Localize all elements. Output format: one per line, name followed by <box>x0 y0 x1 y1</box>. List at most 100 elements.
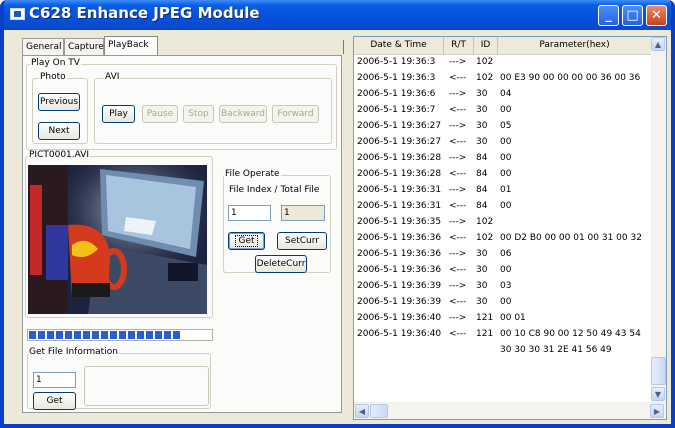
previous-button[interactable]: Previous <box>38 93 80 111</box>
log-row[interactable]: 2006-5-1 19:36:28 ---> 84 00 <box>354 151 666 165</box>
vertical-scroll-thumb[interactable] <box>651 357 666 385</box>
log-row[interactable]: 2006-5-1 19:36:27 <--- 30 00 <box>354 135 666 149</box>
log-cell-datetime: 2006-5-1 19:36:27 <box>357 121 442 131</box>
file-operate-label: File Operate <box>224 169 281 179</box>
progress-segment <box>146 331 153 339</box>
log-row[interactable]: 2006-5-1 19:36:27 ---> 30 05 <box>354 119 666 133</box>
log-row[interactable]: 2006-5-1 19:36:35 ---> 102 <box>354 215 666 229</box>
delete-curr-button[interactable]: DeleteCurr <box>255 255 307 273</box>
log-cell-parameter: 00 10 C8 90 00 12 50 49 43 54 <box>500 329 641 339</box>
log-row[interactable]: 2006-5-1 19:36:36 <--- 30 00 <box>354 263 666 277</box>
log-cell-id: 30 <box>476 297 488 307</box>
log-cell-parameter: 00 <box>500 265 512 275</box>
file-index-input[interactable]: 1 <box>228 205 271 221</box>
log-cell-parameter: 00 <box>500 153 512 163</box>
maximize-icon: □ <box>626 8 639 23</box>
log-cell-parameter: 00 01 <box>500 313 526 323</box>
log-list-view[interactable]: Date & Time R/T ID Parameter(hex) 2006-5… <box>353 36 667 420</box>
log-cell-datetime: 2006-5-1 19:36:31 <box>357 201 442 211</box>
tab-capture[interactable]: Capture <box>64 38 104 55</box>
progress-segment <box>29 331 36 339</box>
log-cell-parameter: 03 <box>500 281 512 291</box>
log-cell-id: 84 <box>476 201 488 211</box>
scroll-left-button[interactable]: ◀ <box>355 404 369 418</box>
app-icon[interactable] <box>10 8 25 20</box>
avi-label: AVI <box>104 72 121 82</box>
video-preview-image <box>28 165 207 314</box>
log-cell-id: 30 <box>476 137 488 147</box>
log-header: Date & Time R/T ID Parameter(hex) <box>354 37 666 55</box>
log-cell-datetime: 2006-5-1 19:36:36 <box>357 233 442 243</box>
progress-segment <box>119 331 126 339</box>
log-row[interactable]: 30 30 30 31 2E 41 56 49 <box>354 343 666 357</box>
log-cell-id: 30 <box>476 89 488 99</box>
log-row[interactable]: 2006-5-1 19:36:40 <--- 121 00 10 C8 90 00 1… <box>354 327 666 341</box>
log-cell-rt: <--- <box>449 329 467 339</box>
tab-general[interactable]: General <box>22 38 64 55</box>
progress-segment <box>47 331 54 339</box>
playback-panel: Play On TV Photo Previous Next AVI Play … <box>22 55 342 413</box>
splitter[interactable] <box>343 40 344 54</box>
log-cell-datetime: 2006-5-1 19:36:35 <box>357 217 442 227</box>
play-button[interactable]: Play <box>102 105 135 123</box>
pause-button[interactable]: Pause <box>142 105 178 123</box>
log-row[interactable]: 2006-5-1 19:36:39 <--- 30 00 <box>354 295 666 309</box>
log-cell-rt: <--- <box>449 265 467 275</box>
scroll-down-button[interactable]: ▼ <box>651 387 665 401</box>
log-cell-rt: ---> <box>449 281 467 291</box>
scroll-up-button[interactable]: ▲ <box>651 37 665 51</box>
maximize-button[interactable]: □ <box>622 5 643 26</box>
file-operate-group: File Operate File Index / Total File 1 1… <box>223 169 331 273</box>
log-row[interactable]: 2006-5-1 19:36:36 ---> 30 06 <box>354 247 666 261</box>
log-cell-parameter: 05 <box>500 121 512 131</box>
column-id[interactable]: ID <box>474 37 498 54</box>
log-row[interactable]: 2006-5-1 19:36:28 <--- 84 00 <box>354 167 666 181</box>
log-cell-datetime: 2006-5-1 19:36:3 <box>357 57 436 67</box>
close-button[interactable]: ✕ <box>646 5 667 26</box>
log-cell-rt: ---> <box>449 185 467 195</box>
stop-button[interactable]: Stop <box>183 105 214 123</box>
column-date-time[interactable]: Date & Time <box>354 37 444 54</box>
backward-button[interactable]: Backward <box>219 105 267 123</box>
file-get-button[interactable]: Get <box>228 232 265 250</box>
log-horizontal-scrollbar[interactable]: ◀ ▶ <box>354 402 666 419</box>
forward-button[interactable]: Forward <box>272 105 319 123</box>
log-cell-datetime: 2006-5-1 19:36:6 <box>357 89 436 99</box>
log-row[interactable]: 2006-5-1 19:36:39 ---> 30 03 <box>354 279 666 293</box>
title-bar[interactable]: C628 Enhance JPEG Module _ □ ✕ <box>4 0 671 30</box>
get-file-info-button[interactable]: Get <box>33 392 76 410</box>
column-parameter[interactable]: Parameter(hex) <box>498 37 652 54</box>
scroll-right-button[interactable]: ▶ <box>650 404 664 418</box>
column-rt[interactable]: R/T <box>444 37 474 54</box>
log-row[interactable]: 2006-5-1 19:36:31 <--- 84 00 <box>354 199 666 213</box>
log-cell-parameter: 00 <box>500 201 512 211</box>
log-row[interactable]: 2006-5-1 19:36:3 <--- 102 00 E3 90 00 00 00… <box>354 71 666 85</box>
log-cell-parameter: 01 <box>500 185 512 195</box>
log-cell-datetime: 2006-5-1 19:36:7 <box>357 105 436 115</box>
horizontal-scroll-thumb[interactable] <box>370 404 388 418</box>
log-row[interactable]: 2006-5-1 19:36:40 ---> 121 00 01 <box>354 311 666 325</box>
log-cell-id: 84 <box>476 185 488 195</box>
avi-group: AVI Play Pause Stop Backward Forward <box>94 72 332 144</box>
log-row[interactable]: 2006-5-1 19:36:3 ---> 102 <box>354 55 666 69</box>
set-curr-button[interactable]: SetCurr <box>277 232 327 250</box>
log-cell-rt: <--- <box>449 169 467 179</box>
progress-segment <box>74 331 81 339</box>
next-button[interactable]: Next <box>38 122 80 140</box>
log-cell-id: 30 <box>476 265 488 275</box>
progress-segment <box>110 331 117 339</box>
log-vertical-scrollbar[interactable]: ▲ ▼ <box>651 37 666 402</box>
log-row[interactable]: 2006-5-1 19:36:36 <--- 102 00 D2 B0 00 00 0… <box>354 231 666 245</box>
log-row[interactable]: 2006-5-1 19:36:6 ---> 30 04 <box>354 87 666 101</box>
log-cell-rt: ---> <box>449 217 467 227</box>
minimize-button[interactable]: _ <box>598 5 619 26</box>
log-cell-id: 30 <box>476 281 488 291</box>
log-cell-rt: ---> <box>449 313 467 323</box>
log-row[interactable]: 2006-5-1 19:36:7 <--- 30 00 <box>354 103 666 117</box>
log-row[interactable]: 2006-5-1 19:36:31 ---> 84 01 <box>354 183 666 197</box>
progress-segment <box>92 331 99 339</box>
log-cell-id: 30 <box>476 121 488 131</box>
log-cell-id: 30 <box>476 105 488 115</box>
get-file-info-input[interactable]: 1 <box>33 372 76 388</box>
tab-playback[interactable]: PlayBack <box>104 36 158 56</box>
